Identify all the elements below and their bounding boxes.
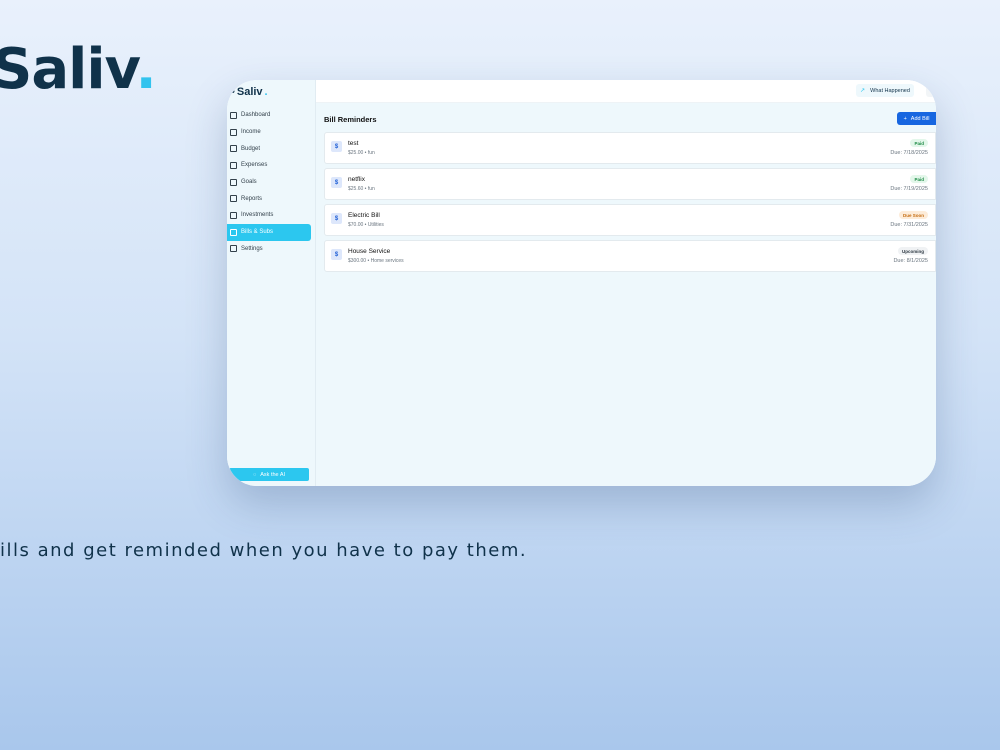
add-bill-button[interactable]: + Add Bill	[897, 112, 936, 125]
chat-icon: ◌	[252, 471, 257, 478]
bill-amount-category: $300.00 • Home services	[348, 258, 404, 264]
bill-due-date: Due: 7/19/2025	[890, 186, 928, 192]
main-content: Bill Reminders + Add Bill $ test $25.00 …	[316, 103, 936, 486]
app-window: • Saliv. Dashboard Income Budget Expense…	[227, 80, 936, 486]
tagline: ills and get reminded when you have to p…	[0, 540, 528, 561]
bill-amount-category: $25.60 • fun	[348, 186, 375, 192]
dollar-icon: $	[331, 213, 342, 224]
bill-name: test	[348, 140, 359, 147]
bill-card[interactable]: $ Electric Bill $70.00 • Utilities Due S…	[324, 204, 936, 236]
page-title: Bill Reminders	[324, 115, 377, 124]
trend-icon	[230, 211, 237, 219]
target-icon	[230, 178, 237, 186]
bill-amount-category: $25.00 • fun	[348, 150, 375, 156]
home-icon	[230, 111, 237, 119]
top-bar: ↗ What Happened	[316, 80, 936, 103]
bill-card[interactable]: $ House Service $300.00 • Home services …	[324, 240, 936, 272]
card-icon	[230, 161, 237, 169]
bill-amount-category: $70.00 • Utilities	[348, 222, 384, 228]
app-logo[interactable]: • Saliv.	[231, 84, 268, 100]
sidebar-nav: Dashboard Income Budget Expenses Goals R…	[227, 107, 313, 257]
bill-card[interactable]: $ test $25.00 • fun Paid Due: 7/18/2025	[324, 132, 936, 164]
gear-icon	[230, 245, 237, 253]
status-badge: Paid	[910, 175, 928, 183]
sidebar-item-budget[interactable]: Budget	[227, 140, 313, 157]
sidebar-item-settings[interactable]: Settings	[227, 241, 313, 258]
sidebar-item-income[interactable]: Income	[227, 124, 313, 141]
sidebar-item-reports[interactable]: Reports	[227, 190, 313, 207]
brand-logo-large: Saliv.	[0, 37, 157, 102]
bill-name: netflix	[348, 176, 365, 183]
status-badge: Paid	[910, 139, 928, 147]
status-badge: Upcoming	[898, 247, 928, 255]
chart-icon	[230, 195, 237, 203]
profile-button[interactable]	[926, 84, 936, 97]
sidebar-item-investments[interactable]: Investments	[227, 207, 313, 224]
pie-icon	[230, 145, 237, 153]
sidebar-item-goals[interactable]: Goals	[227, 174, 313, 191]
dollar-icon: $	[331, 177, 342, 188]
bill-due-date: Due: 8/1/2025	[893, 258, 928, 264]
sidebar: • Saliv. Dashboard Income Budget Expense…	[227, 80, 316, 486]
sidebar-item-dashboard[interactable]: Dashboard	[227, 107, 313, 124]
ask-ai-button[interactable]: ◌ Ask the AI	[229, 468, 309, 481]
trend-arrow-icon: ↗	[860, 88, 866, 94]
dollar-icon: $	[331, 141, 342, 152]
sidebar-item-bills-subs[interactable]: Bills & Subs	[227, 223, 311, 241]
logo-mark-icon: •	[231, 86, 235, 98]
bill-card[interactable]: $ netflix $25.60 • fun Paid Due: 7/19/20…	[324, 168, 936, 200]
dollar-icon	[230, 128, 237, 136]
plus-icon: +	[903, 115, 907, 122]
status-badge: Due Soon	[899, 211, 928, 219]
bill-due-date: Due: 7/18/2025	[890, 150, 928, 156]
bill-due-date: Due: 7/31/2025	[890, 222, 928, 228]
bill-name: House Service	[348, 248, 391, 255]
sidebar-item-expenses[interactable]: Expenses	[227, 157, 313, 174]
bill-name: Electric Bill	[348, 212, 380, 219]
what-happened-button[interactable]: ↗ What Happened	[856, 84, 914, 97]
dollar-icon: $	[331, 249, 342, 260]
calendar-icon	[230, 228, 237, 236]
